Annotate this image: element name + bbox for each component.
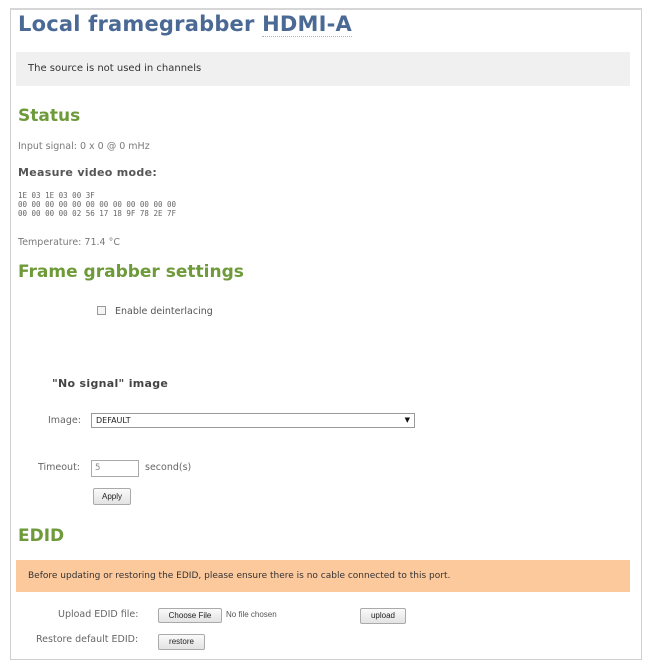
image-select[interactable]: DEFAULT ▼: [91, 413, 415, 428]
edid-heading: EDID: [18, 526, 65, 546]
apply-button[interactable]: Apply: [93, 488, 131, 505]
no-file-chosen-text: No file chosen: [226, 610, 277, 619]
measure-video-mode-heading: Measure video mode:: [18, 166, 158, 179]
edid-warning-text: Before updating or restoring the EDID, p…: [28, 571, 451, 581]
source-usage-text: The source is not used in channels: [28, 63, 202, 74]
hex-line-1: 1E 03 1E 03 00 3F: [18, 191, 95, 200]
upload-button[interactable]: upload: [360, 608, 406, 624]
deinterlacing-label[interactable]: Enable deinterlacing: [115, 306, 213, 317]
restore-edid-label: Restore default EDID:: [36, 634, 139, 645]
choose-file-button[interactable]: Choose File: [158, 608, 222, 623]
page-title-port: HDMI-A: [262, 12, 352, 37]
status-heading: Status: [18, 106, 81, 126]
dropdown-arrow-icon: ▼: [404, 416, 410, 424]
source-usage-bar: The source is not used in channels: [16, 52, 630, 86]
timeout-input[interactable]: 5: [91, 460, 139, 477]
restore-button[interactable]: restore: [158, 634, 205, 650]
timeout-label: Timeout:: [38, 462, 81, 473]
hex-line-3: 00 00 00 00 02 56 17 18 9F 78 2E 7F: [18, 209, 177, 218]
upload-edid-label: Upload EDID file:: [58, 609, 139, 620]
hex-line-2: 00 00 00 00 00 00 00 00 00 00 00 00: [18, 200, 177, 209]
input-signal-text: Input signal: 0 x 0 @ 0 mHz: [18, 141, 150, 152]
temperature-text: Temperature: 71.4 °C: [18, 237, 120, 248]
frame-grabber-settings-heading: Frame grabber settings: [18, 262, 244, 282]
page-title: Local framegrabber HDMI-A: [18, 12, 352, 37]
edid-warning-bar: Before updating or restoring the EDID, p…: [16, 560, 630, 592]
page-title-prefix: Local framegrabber: [18, 12, 255, 36]
no-signal-image-heading: "No signal" image: [52, 377, 169, 390]
timeout-unit-label: second(s): [145, 462, 192, 473]
image-select-value: DEFAULT: [96, 416, 131, 425]
deinterlacing-checkbox-icon[interactable]: [97, 306, 106, 315]
image-label: Image:: [48, 415, 81, 426]
